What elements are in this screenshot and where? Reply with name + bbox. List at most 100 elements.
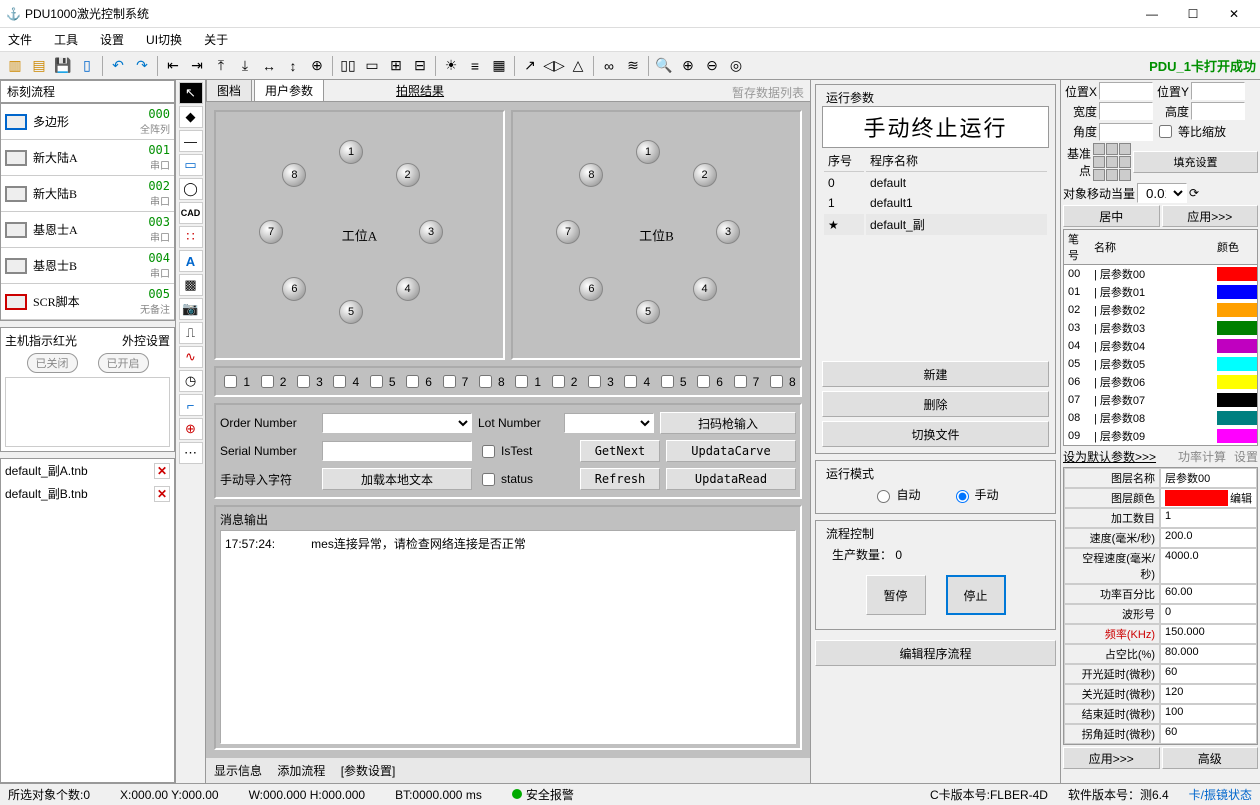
line-icon[interactable]: — bbox=[179, 130, 203, 152]
station-node[interactable]: 3 bbox=[419, 220, 443, 244]
zoom-in-icon[interactable]: ⊕ bbox=[677, 55, 699, 77]
dist-h-icon[interactable]: ▯▯ bbox=[337, 55, 359, 77]
save-icon[interactable]: 💾 bbox=[52, 55, 74, 77]
lot-input[interactable] bbox=[564, 413, 654, 433]
flow-item[interactable]: 新大陆A 001串口 bbox=[1, 140, 174, 176]
undo-icon[interactable]: ↶ bbox=[107, 55, 129, 77]
station-node[interactable]: 1 bbox=[339, 140, 363, 164]
station-node[interactable]: 6 bbox=[282, 277, 306, 301]
menu-tools[interactable]: 工具 bbox=[54, 31, 78, 48]
serial-input[interactable] bbox=[322, 441, 472, 461]
check-8[interactable] bbox=[770, 375, 783, 388]
link-add[interactable]: 添加流程 bbox=[277, 764, 325, 778]
flip-h-icon[interactable]: ◁▷ bbox=[543, 55, 565, 77]
pen-row[interactable]: 00| 层参数00 bbox=[1064, 265, 1257, 283]
sun-icon[interactable]: ☀ bbox=[440, 55, 462, 77]
pen-row[interactable]: 07| 层参数07 bbox=[1064, 391, 1257, 409]
status-card-link[interactable]: 卡/振镜状态 bbox=[1189, 786, 1252, 803]
minimize-button[interactable]: — bbox=[1132, 3, 1172, 25]
camera-icon[interactable]: 📷 bbox=[179, 298, 203, 320]
pen-row[interactable]: 05| 层参数05 bbox=[1064, 355, 1257, 373]
order-input[interactable] bbox=[322, 413, 472, 433]
align-left-icon[interactable]: ⇤ bbox=[162, 55, 184, 77]
station-node[interactable]: 5 bbox=[339, 300, 363, 324]
link-show[interactable]: 显示信息 bbox=[214, 764, 262, 778]
sliders-icon[interactable]: ≡ bbox=[464, 55, 486, 77]
pen-row[interactable]: 01| 层参数01 bbox=[1064, 283, 1257, 301]
close-icon[interactable]: ✕ bbox=[154, 463, 170, 479]
align-center-v-icon[interactable]: ↕ bbox=[282, 55, 304, 77]
posy-input[interactable] bbox=[1191, 82, 1245, 100]
program-row[interactable]: 1default1 bbox=[824, 194, 1047, 212]
host-open-button[interactable]: 已开启 bbox=[98, 353, 149, 373]
check-8[interactable] bbox=[479, 375, 492, 388]
pen-row[interactable]: 02| 层参数02 bbox=[1064, 301, 1257, 319]
zoom-icon[interactable]: 🔍 bbox=[653, 55, 675, 77]
grid3-icon[interactable]: ▦ bbox=[488, 55, 510, 77]
circle-icon[interactable]: ◯ bbox=[179, 178, 203, 200]
pause-button[interactable]: 暂停 bbox=[866, 575, 926, 615]
close-icon[interactable]: ✕ bbox=[154, 486, 170, 502]
program-row[interactable]: ★default_副 bbox=[824, 214, 1047, 235]
station-node[interactable]: 8 bbox=[282, 163, 306, 187]
center-icon[interactable]: ⊕ bbox=[306, 55, 328, 77]
height-input[interactable] bbox=[1191, 102, 1245, 120]
station-node[interactable]: 7 bbox=[556, 220, 580, 244]
anchor-grid[interactable] bbox=[1093, 143, 1131, 181]
zoom-out-icon[interactable]: ⊖ bbox=[701, 55, 723, 77]
tab-doc[interactable]: 图档 bbox=[206, 79, 252, 101]
check-1[interactable] bbox=[515, 375, 528, 388]
text-icon[interactable]: A bbox=[179, 250, 203, 272]
status-checkbox[interactable] bbox=[482, 473, 495, 486]
load-local-button[interactable]: 加载本地文本 bbox=[322, 468, 472, 490]
refresh-button[interactable]: Refresh bbox=[580, 468, 660, 490]
pen-row[interactable]: 06| 层参数06 bbox=[1064, 373, 1257, 391]
updataread-button[interactable]: UpdataRead bbox=[666, 468, 796, 490]
default-param-link[interactable]: 设为默认参数>>> bbox=[1063, 448, 1156, 465]
pulse-icon[interactable]: ⎍ bbox=[179, 322, 203, 344]
more-icon[interactable]: ⋯ bbox=[179, 442, 203, 464]
tab-photo[interactable]: 拍照结果 bbox=[386, 80, 454, 101]
qrcode-icon[interactable]: ▩ bbox=[179, 274, 203, 296]
auto-radio[interactable] bbox=[877, 490, 890, 503]
check-2[interactable] bbox=[261, 375, 274, 388]
tab-params[interactable]: 用户参数 bbox=[254, 79, 324, 101]
check-3[interactable] bbox=[297, 375, 310, 388]
check-3[interactable] bbox=[588, 375, 601, 388]
updatacarve-button[interactable]: UpdataCarve bbox=[666, 440, 796, 462]
flip-v-icon[interactable]: △ bbox=[567, 55, 589, 77]
pen-row[interactable]: 08| 层参数08 bbox=[1064, 409, 1257, 427]
flow-item[interactable]: 新大陆B 002串口 bbox=[1, 176, 174, 212]
station-node[interactable]: 5 bbox=[636, 300, 660, 324]
flow-item[interactable]: 基恩士A 003串口 bbox=[1, 212, 174, 248]
unlink-icon[interactable]: ≋ bbox=[622, 55, 644, 77]
delete-button[interactable]: 删除 bbox=[822, 391, 1049, 417]
menu-file[interactable]: 文件 bbox=[8, 31, 32, 48]
station-node[interactable]: 4 bbox=[396, 277, 420, 301]
check-7[interactable] bbox=[443, 375, 456, 388]
rect-icon[interactable]: ▭ bbox=[179, 154, 203, 176]
file-item[interactable]: default_副A.tnb✕ bbox=[1, 459, 174, 482]
cad-icon[interactable]: CAD bbox=[179, 202, 203, 224]
station-node[interactable]: 2 bbox=[693, 163, 717, 187]
check-1[interactable] bbox=[224, 375, 237, 388]
node-icon[interactable]: ◆ bbox=[179, 106, 203, 128]
istest-checkbox[interactable] bbox=[482, 445, 495, 458]
refresh-icon[interactable]: ⟳ bbox=[1189, 186, 1199, 200]
zoom-fit-icon[interactable]: ◎ bbox=[725, 55, 747, 77]
move-select[interactable]: 0.01 bbox=[1137, 183, 1187, 203]
dist-v-icon[interactable]: ▭ bbox=[361, 55, 383, 77]
station-node[interactable]: 7 bbox=[259, 220, 283, 244]
flow-item[interactable]: 基恩士B 004串口 bbox=[1, 248, 174, 284]
station-node[interactable]: 4 bbox=[693, 277, 717, 301]
switch-button[interactable]: 切换文件 bbox=[822, 421, 1049, 447]
check-2[interactable] bbox=[552, 375, 565, 388]
station-node[interactable]: 3 bbox=[716, 220, 740, 244]
redo-icon[interactable]: ↷ bbox=[131, 55, 153, 77]
center-button[interactable]: 居中 bbox=[1063, 205, 1160, 227]
link-param[interactable]: [参数设置] bbox=[341, 764, 396, 778]
file-item[interactable]: default_副B.tnb✕ bbox=[1, 482, 174, 505]
apply2-button[interactable]: 应用>>> bbox=[1063, 747, 1160, 769]
program-row[interactable]: 0default bbox=[824, 174, 1047, 192]
menu-settings[interactable]: 设置 bbox=[100, 31, 124, 48]
